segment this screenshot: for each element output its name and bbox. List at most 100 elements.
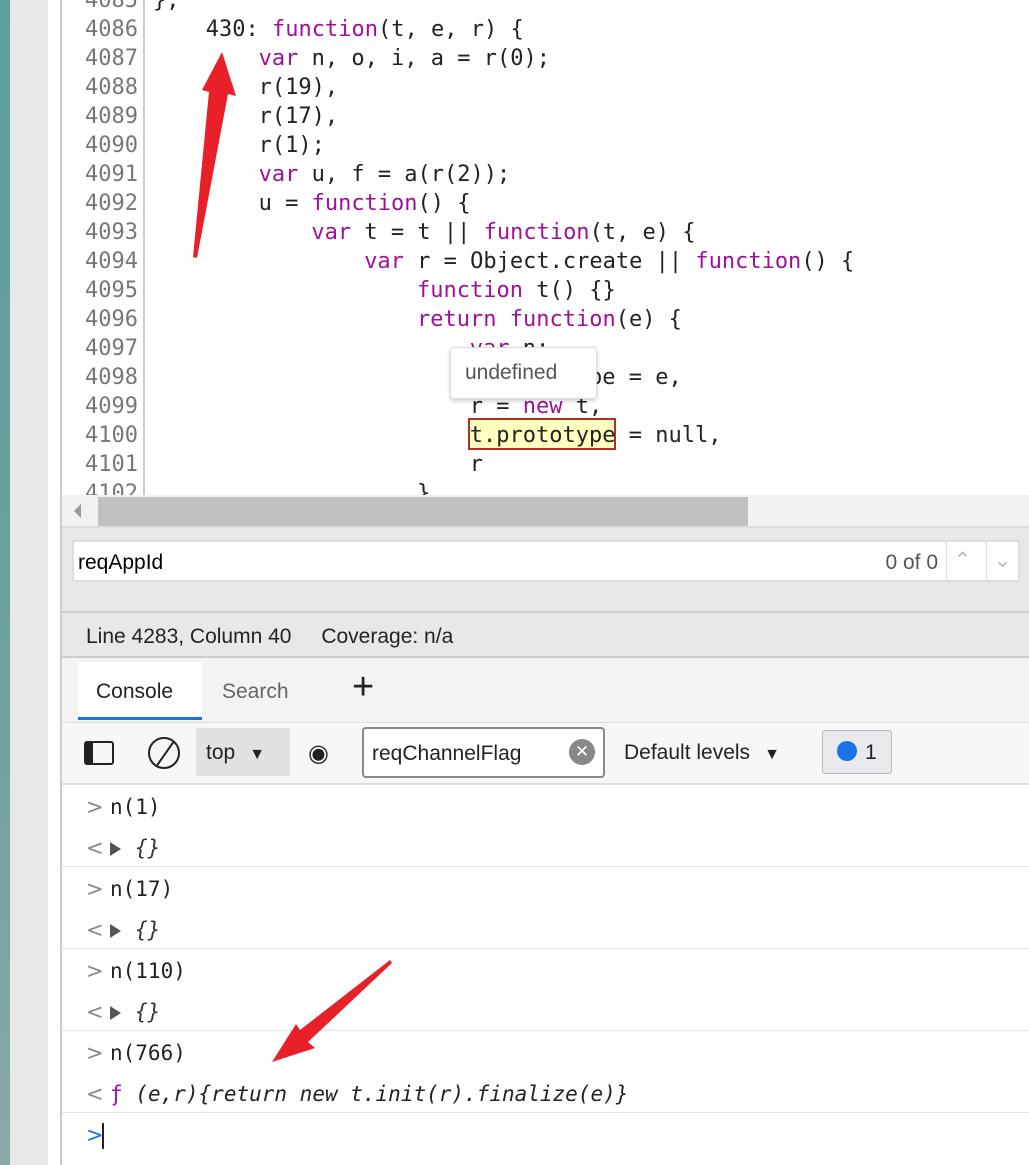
filter-input[interactable]: reqChannelFlag ✕: [362, 727, 605, 778]
prompt-chevron-icon: >: [86, 1123, 104, 1147]
clear-console-icon[interactable]: [148, 737, 180, 769]
line-number[interactable]: 4098: [62, 365, 138, 390]
function-icon: ƒ: [110, 1082, 123, 1106]
code-line: var t = t || function(t, e) {: [311, 220, 696, 245]
line-number[interactable]: 4100: [62, 423, 138, 448]
show-sidebar-icon[interactable]: [84, 741, 114, 765]
result-chevron-icon: <: [86, 1082, 104, 1106]
code-line: r: [469, 452, 484, 477]
previous-match-icon[interactable]: ⌃: [946, 542, 978, 580]
line-number[interactable]: 4093: [62, 220, 138, 245]
code-line: var n, o, i, a = r(0);: [258, 46, 551, 71]
expand-triangle-icon[interactable]: [110, 924, 121, 938]
dropdown-arrow-icon: ▼: [249, 746, 266, 763]
console-input[interactable]: > n(766): [62, 1031, 1029, 1072]
line-number[interactable]: 4099: [62, 394, 138, 419]
result-chevron-icon: <: [86, 836, 104, 860]
message-icon: [837, 741, 857, 761]
line-number[interactable]: 4085: [62, 0, 138, 13]
code-line: },: [153, 0, 180, 13]
line-number[interactable]: 4101: [62, 452, 138, 477]
line-number[interactable]: 4088: [62, 75, 138, 100]
expand-triangle-icon[interactable]: [110, 1006, 121, 1020]
code-line: }: [417, 481, 431, 495]
code-line: 430: function(t, e, r) {: [205, 17, 524, 42]
hover-tooltip: undefined: [450, 347, 597, 399]
drawer-tabs: Console Search +: [62, 658, 1029, 723]
code-line: r(1);: [258, 133, 325, 158]
scrollbar-thumb[interactable]: [98, 497, 748, 526]
cursor-position: Line 4283, Column 40: [86, 625, 292, 648]
add-tab-icon[interactable]: +: [352, 658, 374, 716]
result-value: {}: [135, 918, 161, 942]
context-selector[interactable]: top ▼: [196, 728, 290, 776]
live-expression-eye-icon[interactable]: ◉: [308, 739, 329, 768]
input-text: n(110): [110, 959, 186, 983]
tab-console[interactable]: Console: [78, 662, 202, 720]
code-line: r(19),: [258, 75, 339, 100]
input-text: n(17): [110, 877, 174, 901]
line-number[interactable]: 4086: [62, 17, 138, 42]
input-text: n(766): [110, 1041, 186, 1065]
code-line: u = function() {: [258, 191, 471, 216]
line-number[interactable]: 4089: [62, 104, 138, 129]
desktop-background: [0, 0, 10, 1165]
gutter-divider: [143, 0, 145, 495]
input-chevron-icon: >: [86, 1041, 104, 1065]
result-value: {}: [135, 836, 161, 860]
line-number[interactable]: 4096: [62, 307, 138, 332]
console-result[interactable]: < ƒ (e,r){return new t.init(r).finalize(e…: [62, 1072, 1029, 1113]
source-editor[interactable]: 4085}, 4086 430: function(t, e, r) { 4087 va…: [62, 0, 1029, 495]
console-result[interactable]: < {}: [62, 990, 1029, 1031]
console-input[interactable]: > n(17): [62, 867, 1029, 908]
match-count: 0 of 0: [885, 551, 938, 574]
console-input[interactable]: > n(1): [62, 785, 1029, 826]
code-line: function t() {}: [417, 278, 616, 303]
code-line: return function(e) {: [417, 307, 682, 332]
line-number[interactable]: 4102: [62, 481, 138, 495]
console-output[interactable]: > n(1) <{} > n(17) <{} > n(110) <{} > n(766) < ƒ (e,…: [62, 785, 1029, 1165]
result-chevron-icon: <: [86, 918, 104, 942]
line-number[interactable]: 4091: [62, 162, 138, 187]
scroll-left-icon[interactable]: [74, 504, 81, 518]
next-match-icon[interactable]: ⌄: [986, 542, 1018, 580]
context-value: top: [206, 741, 236, 764]
find-bar: reqAppId 0 of 0 ⌃ ⌄: [62, 528, 1029, 613]
console-result[interactable]: < {}: [62, 826, 1029, 867]
input-chevron-icon: >: [86, 795, 104, 819]
line-number[interactable]: 4097: [62, 336, 138, 361]
status-bar: Line 4283, Column 40 Coverage: n/a: [62, 613, 1029, 658]
input-chevron-icon: >: [86, 877, 104, 901]
input-text: n(1): [110, 795, 161, 819]
line-number[interactable]: 4087: [62, 46, 138, 71]
tab-search[interactable]: Search: [204, 662, 307, 720]
issues-count: 1: [865, 741, 877, 764]
code-line: var u, f = a(r(2));: [258, 162, 511, 187]
horizontal-scrollbar[interactable]: [62, 495, 1029, 528]
log-levels-dropdown[interactable]: Default levels ▼: [624, 741, 780, 765]
find-input[interactable]: reqAppId 0 of 0 ⌃ ⌄: [72, 540, 1020, 582]
levels-label: Default levels: [624, 741, 751, 764]
split-area: [48, 0, 82, 1165]
line-number[interactable]: 4095: [62, 278, 138, 303]
dropdown-arrow-icon: ▼: [764, 746, 780, 763]
console-toolbar: top ▼ ◉ reqChannelFlag ✕ Default levels ▼ 1: [62, 723, 1029, 785]
code-line: r(17),: [258, 104, 339, 129]
clear-filter-icon[interactable]: ✕: [569, 739, 595, 765]
expand-triangle-icon[interactable]: [110, 842, 121, 856]
input-chevron-icon: >: [86, 959, 104, 983]
issues-button[interactable]: 1: [822, 730, 892, 774]
line-number[interactable]: 4090: [62, 133, 138, 158]
line-number[interactable]: 4094: [62, 249, 138, 274]
code-line: t.prototype = null,: [469, 423, 722, 448]
result-value: {}: [135, 1000, 161, 1024]
filter-value: reqChannelFlag: [372, 742, 522, 765]
result-value: (e,r){return new t.init(r).finalize(e)}: [135, 1082, 629, 1106]
console-input[interactable]: > n(110): [62, 949, 1029, 990]
console-result[interactable]: < {}: [62, 908, 1029, 949]
result-chevron-icon: <: [86, 1000, 104, 1024]
console-prompt[interactable]: >: [62, 1113, 1029, 1154]
code-line: var r = Object.create || function() {: [364, 249, 855, 274]
coverage-status: Coverage: n/a: [321, 625, 454, 648]
line-number[interactable]: 4092: [62, 191, 138, 216]
